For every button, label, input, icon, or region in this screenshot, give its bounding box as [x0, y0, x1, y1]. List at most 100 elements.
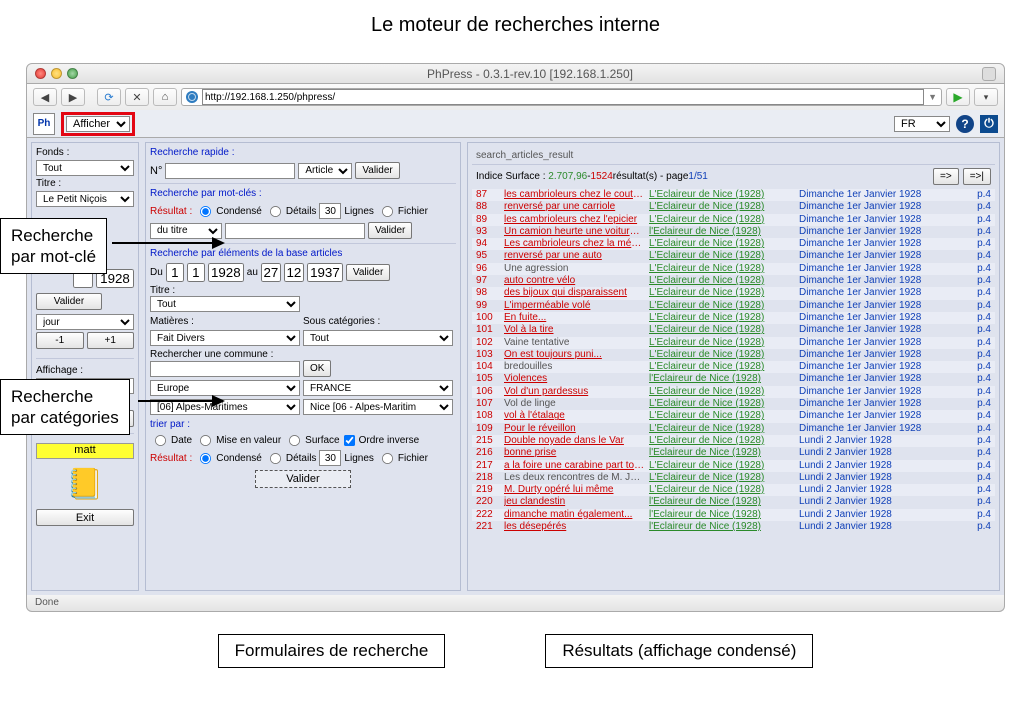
result-row[interactable]: 94Les cambrioleurs chez la ménagèreL'Ecl…: [472, 238, 995, 250]
result-row[interactable]: 222dimanche matin également...l'Eclaireu…: [472, 509, 995, 521]
result-row[interactable]: 218Les deux rencontres de M. Jean Matkov…: [472, 472, 995, 484]
result-source[interactable]: L'Eclaireur de Nice (1928): [649, 435, 799, 447]
minus-button[interactable]: -1: [36, 332, 84, 349]
result-source[interactable]: L'Eclaireur de Nice (1928): [649, 312, 799, 324]
sort-surface[interactable]: [289, 435, 300, 446]
opt-condense[interactable]: [200, 205, 211, 216]
forward-button[interactable]: ▶: [61, 88, 85, 106]
num-input[interactable]: [165, 163, 295, 179]
result-source[interactable]: L'Eclaireur de Nice (1928): [649, 460, 799, 472]
result-title[interactable]: Les cambrioleurs chez la ménagère: [504, 238, 645, 250]
sort-value[interactable]: [200, 435, 211, 446]
result-row[interactable]: 93Un camion heurte une voiture de placel…: [472, 226, 995, 238]
commune-input[interactable]: [150, 361, 300, 377]
result-title[interactable]: auto contre vélo: [504, 275, 645, 287]
type-select[interactable]: Article: [298, 163, 352, 179]
result-row[interactable]: 87les cambrioleurs chez le couturierL'Ec…: [472, 189, 995, 201]
result-row[interactable]: 219M. Durty opéré lui mêmeL'Eclaireur de…: [472, 484, 995, 496]
result-row[interactable]: 99L'imperméable voléL'Eclaireur de Nice …: [472, 300, 995, 312]
close-icon[interactable]: [35, 68, 46, 79]
toolbar-pill-icon[interactable]: [982, 67, 996, 81]
result-source[interactable]: L'Eclaireur de Nice (1928): [649, 300, 799, 312]
matieres-select[interactable]: Fait Divers: [150, 330, 300, 346]
titre2-select[interactable]: Tout: [150, 296, 300, 312]
result-row[interactable]: 107Vol de lingeL'Eclaireur de Nice (1928…: [472, 398, 995, 410]
jour-select[interactable]: jour: [36, 314, 134, 330]
result-row[interactable]: 106Vol d'un pardessusL'Eclaireur de Nice…: [472, 386, 995, 398]
language-select[interactable]: FR: [894, 116, 950, 132]
result-title[interactable]: Vol de linge: [504, 398, 645, 410]
result-row[interactable]: 102Vaine tentativeL'Eclaireur de Nice (1…: [472, 337, 995, 349]
opt-fichier[interactable]: [382, 452, 393, 463]
result-title[interactable]: des bijoux qui disparaissent: [504, 287, 645, 299]
result-source[interactable]: L'Eclaireur de Nice (1928): [649, 189, 799, 201]
result-row[interactable]: 104bredouillesL'Eclaireur de Nice (1928)…: [472, 361, 995, 373]
result-source[interactable]: L'Eclaireur de Nice (1928): [649, 361, 799, 373]
notes-icon[interactable]: [65, 469, 105, 501]
result-title[interactable]: Double noyade dans le Var: [504, 435, 645, 447]
result-source[interactable]: l'Eclaireur de Nice (1928): [649, 447, 799, 459]
result-source[interactable]: L'Eclaireur de Nice (1928): [649, 287, 799, 299]
result-title[interactable]: En fuite...: [504, 312, 645, 324]
result-title[interactable]: renversé par une auto: [504, 250, 645, 262]
result-row[interactable]: 215Double noyade dans le VarL'Eclaireur …: [472, 435, 995, 447]
y1[interactable]: [208, 263, 244, 282]
help-icon[interactable]: ?: [956, 115, 974, 133]
minimize-icon[interactable]: [51, 68, 62, 79]
valider-big-button[interactable]: Valider: [255, 470, 351, 488]
result-source[interactable]: L'Eclaireur de Nice (1928): [649, 349, 799, 361]
result-row[interactable]: 98des bijoux qui disparaissentL'Eclaireu…: [472, 287, 995, 299]
y2[interactable]: [307, 263, 343, 282]
opt-details[interactable]: [270, 205, 281, 216]
app-logo[interactable]: Ph: [33, 113, 55, 135]
result-title[interactable]: les désepérés: [504, 521, 645, 533]
result-source[interactable]: l'Eclaireur de Nice (1928): [649, 226, 799, 238]
result-title[interactable]: Un camion heurte une voiture de place: [504, 226, 645, 238]
next-page-button[interactable]: =>: [933, 168, 959, 185]
valider-button[interactable]: Valider: [346, 264, 390, 281]
result-source[interactable]: L'Eclaireur de Nice (1928): [649, 484, 799, 496]
valider-button[interactable]: Valider: [368, 222, 412, 239]
d1[interactable]: [166, 263, 184, 282]
lines-input[interactable]: [319, 203, 341, 219]
power-icon[interactable]: ⏻: [980, 115, 998, 133]
souscat-select[interactable]: Tout: [303, 330, 453, 346]
titre-select[interactable]: Le Petit Niçois: [36, 191, 134, 207]
result-title[interactable]: vol à l'étalage: [504, 410, 645, 422]
result-title[interactable]: Une agression: [504, 263, 645, 275]
plus-button[interactable]: +1: [87, 332, 135, 349]
opt-details[interactable]: [270, 452, 281, 463]
fonds-select[interactable]: Tout: [36, 160, 134, 176]
result-title[interactable]: L'imperméable volé: [504, 300, 645, 312]
result-source[interactable]: l'Eclaireur de Nice (1928): [649, 496, 799, 508]
result-title[interactable]: jeu clandestin: [504, 496, 645, 508]
stop-button[interactable]: ✕: [125, 88, 149, 106]
result-title[interactable]: On est toujours puni...: [504, 349, 645, 361]
result-source[interactable]: L'Eclaireur de Nice (1928): [649, 410, 799, 422]
result-title[interactable]: bonne prise: [504, 447, 645, 459]
url-bar[interactable]: ▼: [181, 88, 942, 106]
result-title[interactable]: les cambrioleurs chez le couturier: [504, 189, 645, 201]
display-mode-select[interactable]: Afficher: [66, 116, 130, 132]
opt-condense[interactable]: [200, 452, 211, 463]
result-row[interactable]: 95renversé par une autoL'Eclaireur de Ni…: [472, 250, 995, 262]
result-title[interactable]: a la foire une carabine part toute seule: [504, 460, 645, 472]
result-source[interactable]: L'Eclaireur de Nice (1928): [649, 423, 799, 435]
result-row[interactable]: 100En fuite...L'Eclaireur de Nice (1928)…: [472, 312, 995, 324]
matt-box[interactable]: matt: [36, 443, 134, 459]
reload-button[interactable]: ⟳: [97, 88, 121, 106]
result-row[interactable]: 103On est toujours puni...L'Eclaireur de…: [472, 349, 995, 361]
result-row[interactable]: 220jeu clandestinl'Eclaireur de Nice (19…: [472, 496, 995, 508]
back-button[interactable]: ◀: [33, 88, 57, 106]
result-title[interactable]: Les deux rencontres de M. Jean Matkovic: [504, 472, 645, 484]
result-title[interactable]: Vol d'un pardessus: [504, 386, 645, 398]
sort-date[interactable]: [155, 435, 166, 446]
result-source[interactable]: l'Eclaireur de Nice (1928): [649, 521, 799, 533]
result-row[interactable]: 221les désepérésl'Eclaireur de Nice (192…: [472, 521, 995, 533]
m2[interactable]: [284, 263, 304, 282]
result-row[interactable]: 88renversé par une carrioleL'Eclaireur d…: [472, 201, 995, 213]
valider-button[interactable]: Valider: [355, 162, 399, 179]
m1[interactable]: [187, 263, 205, 282]
result-title[interactable]: bredouilles: [504, 361, 645, 373]
result-title[interactable]: Vaine tentative: [504, 337, 645, 349]
